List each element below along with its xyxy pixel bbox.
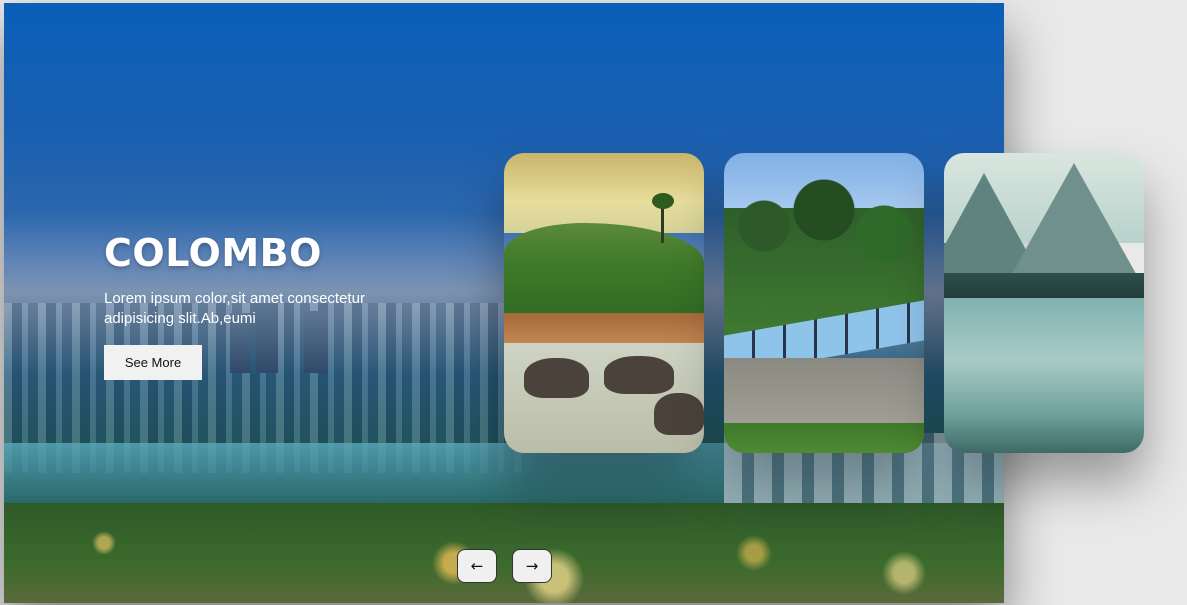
prev-button[interactable]: ← <box>457 549 497 583</box>
slider-container: COLOMBO Lorem ipsum color,sit amet conse… <box>4 3 1144 603</box>
elephant <box>524 358 589 398</box>
elephant <box>604 356 674 394</box>
elephant <box>654 393 704 435</box>
hero-content: COLOMBO Lorem ipsum color,sit amet conse… <box>104 231 404 380</box>
slide-title: COLOMBO <box>104 231 322 275</box>
arrow-right-icon: → <box>525 557 539 575</box>
lake <box>944 298 1144 453</box>
see-more-button[interactable]: See More <box>104 345 202 380</box>
card-sky <box>504 153 704 233</box>
slide-card-mountains[interactable] <box>944 153 1144 453</box>
palm-leaves <box>652 193 674 209</box>
palm-tree <box>661 203 664 243</box>
next-button[interactable]: → <box>512 549 552 583</box>
card-hills <box>504 223 704 323</box>
slide-card-train[interactable] <box>724 153 924 453</box>
arrow-left-icon: ← <box>470 557 484 575</box>
mountain <box>1004 163 1144 288</box>
slide-description: Lorem ipsum color,sit amet consectetur a… <box>104 290 365 327</box>
slider-navigation: ← → <box>457 549 552 583</box>
slide-card-elephants[interactable] <box>504 153 704 453</box>
grass <box>724 423 924 453</box>
